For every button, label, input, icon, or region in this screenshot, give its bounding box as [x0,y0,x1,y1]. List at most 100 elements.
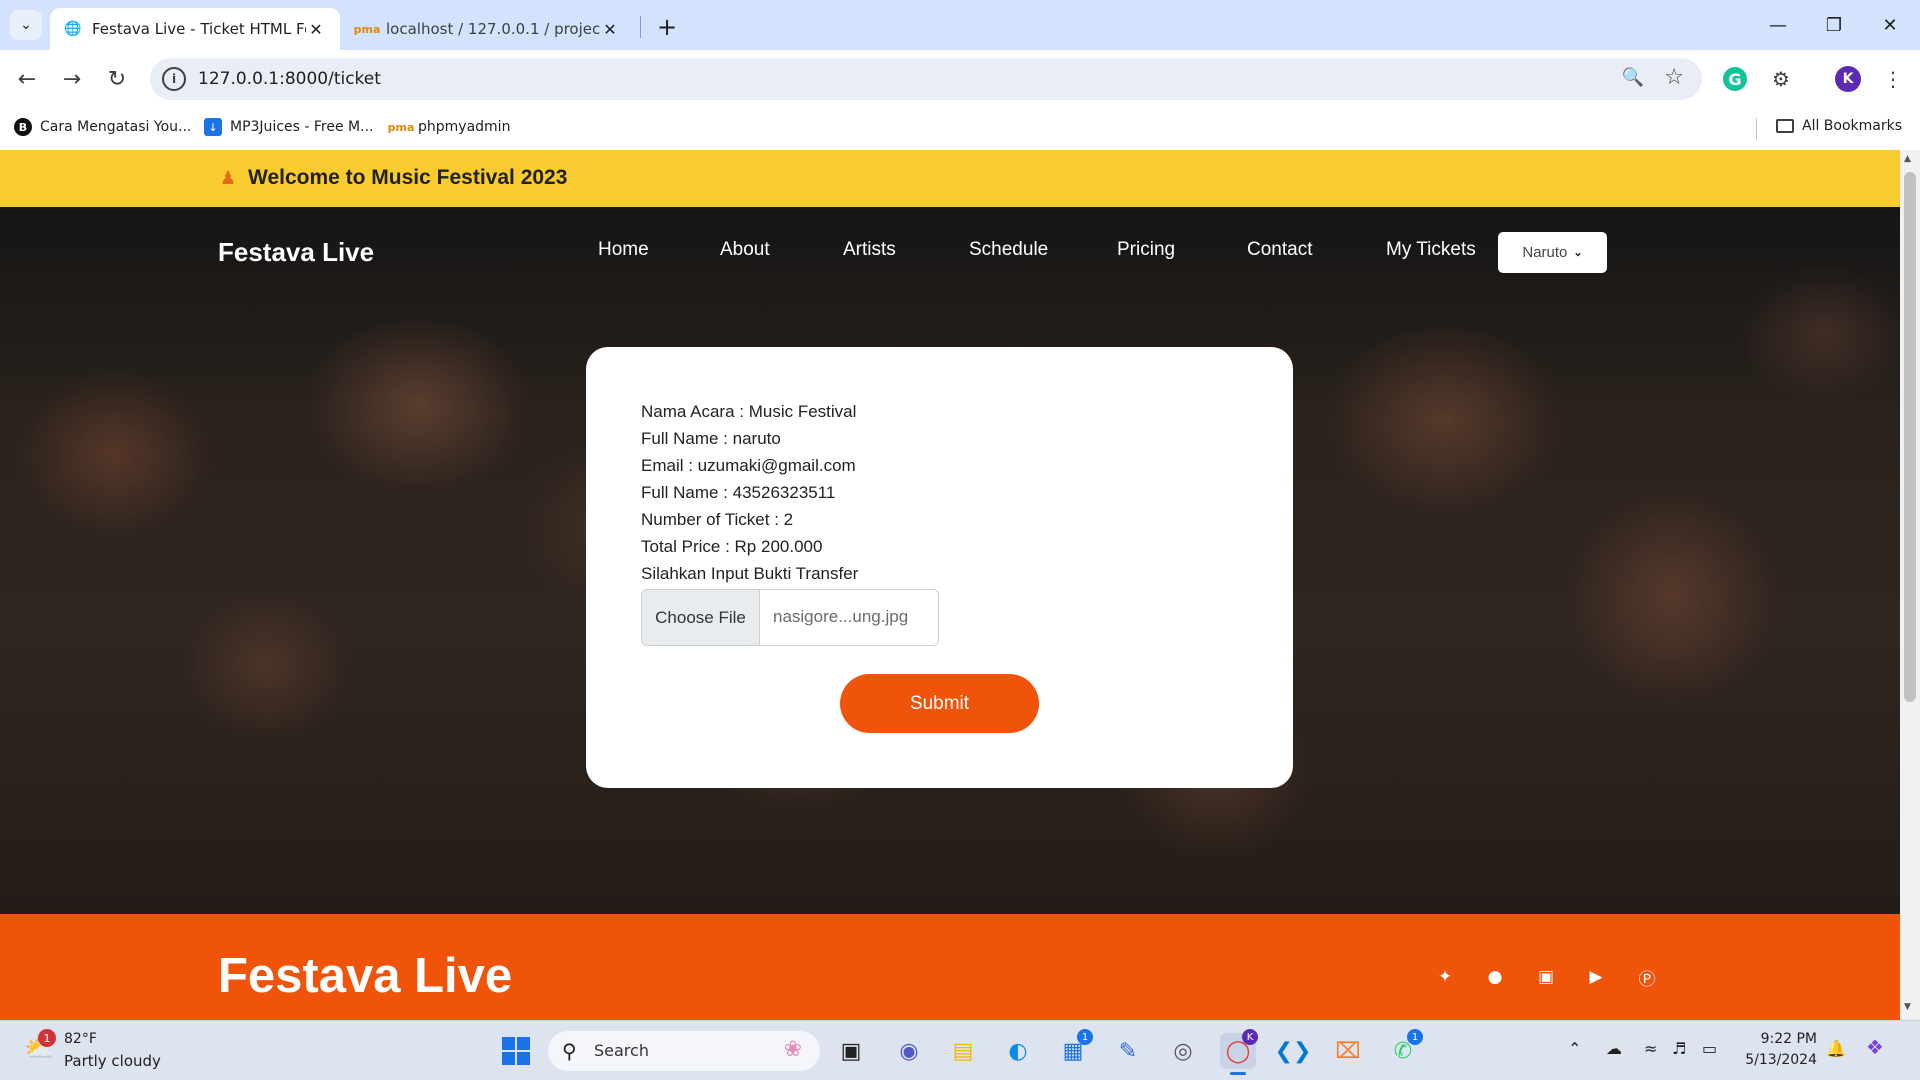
weather-badge: 1 [38,1029,56,1047]
chevron-up-icon[interactable]: ⌃ [1568,1039,1581,1058]
scrollbar-thumb[interactable] [1904,172,1916,702]
nav-about[interactable]: About [720,239,770,261]
ticket-card: Nama Acara : Music Festival Full Name : … [586,347,1293,788]
footer-logo[interactable]: Festava Live [218,948,512,1004]
extensions-puzzle-icon[interactable]: ⚙ [1766,64,1796,94]
all-bookmarks-button[interactable]: All Bookmarks [1776,118,1902,134]
event-name: Nama Acara : Music Festival [641,402,857,421]
arrow-left-icon: ← [17,66,37,92]
forward-button[interactable]: → [55,62,89,96]
profile-avatar[interactable]: K [1835,66,1861,92]
tab-title: Festava Live - Ticket HTML Form [92,20,306,38]
clock-date[interactable]: 5/13/2024 [1745,1052,1817,1068]
site-info-icon[interactable]: i [162,67,186,91]
active-app-indicator [1230,1072,1246,1075]
back-button[interactable]: ← [10,62,44,96]
chrome-icon[interactable]: ◯ K [1220,1029,1258,1075]
nav-home[interactable]: Home [598,239,649,261]
bookmark-item[interactable]: ↓ MP3Juices - Free M... [204,118,373,136]
phone-number: Full Name : 43526323511 [641,483,836,502]
address-bar[interactable]: i 127.0.0.1:8000/ticket 🔍 ☆ [150,58,1702,100]
email: Email : uzumaki@gmail.com [641,456,856,475]
taskbar-search[interactable]: ⚲ Search ❀ [548,1031,820,1071]
task-view-icon[interactable]: ▣ [833,1033,869,1069]
phpmyadmin-icon: pma [387,120,415,134]
copilot-icon[interactable]: ❖ [1866,1035,1884,1059]
user-dropdown[interactable]: Naruto ⌄ [1498,232,1607,273]
file-explorer-icon[interactable]: ▤ [945,1033,981,1069]
store-badge: 1 [1077,1029,1093,1045]
bookmark-label: Cara Mengatasi You... [40,119,192,135]
nav-contact[interactable]: Contact [1247,239,1312,261]
tab-festava-ticket[interactable]: 🌐 Festava Live - Ticket HTML Form ✕ [50,8,340,50]
onedrive-cloud-icon[interactable]: ☁ [1606,1039,1622,1058]
all-bookmarks-label: All Bookmarks [1802,118,1903,134]
reload-button[interactable]: ↻ [100,62,134,96]
hero-section: Festava Live Home About Artists Schedule… [0,207,1900,914]
tab-search-button[interactable]: ⌄ [10,10,42,40]
submit-button[interactable]: Submit [840,674,1039,733]
bookmark-item[interactable]: B Cara Mengatasi You... [14,118,191,136]
close-window-button[interactable]: ✕ [1870,10,1910,40]
youtube-icon[interactable]: ▶ [1585,966,1607,988]
store-icon[interactable]: ▦ 1 [1055,1029,1093,1069]
globe-icon: 🌐 [64,21,82,37]
folder-icon [1776,119,1794,133]
nav-my-tickets[interactable]: My Tickets [1386,239,1476,261]
bookmark-star-icon[interactable]: ☆ [1664,65,1684,90]
bookmark-item[interactable]: pma phpmyadmin [387,118,511,136]
page-scrollbar[interactable]: ▲ ▼ [1900,150,1920,1020]
ticket-count: Number of Ticket : 2 [641,510,794,529]
twitter-icon[interactable]: ✦ [1434,966,1456,988]
edge-icon[interactable]: ◐ [1000,1033,1036,1069]
tab-phpmyadmin[interactable]: pma localhost / 127.0.0.1 / project-p ✕ [344,8,634,50]
bookmark-label: phpmyadmin [418,119,511,135]
battery-icon[interactable]: ▭ [1702,1039,1717,1058]
lotus-icon: ❀ [783,1037,802,1062]
wifi-icon[interactable]: ≈ [1644,1039,1657,1058]
zoom-icon[interactable]: 🔍 [1622,67,1644,88]
draw-app-icon[interactable]: ✎ [1110,1033,1146,1069]
camera-icon[interactable]: ◎ [1165,1033,1201,1069]
url-text[interactable]: 127.0.0.1:8000/ticket [198,69,381,89]
more-menu-icon[interactable]: ⋮ [1878,64,1908,94]
site-logo[interactable]: Festava Live [218,237,374,268]
selected-file-name: nasigore...ung.jpg [773,607,909,626]
new-tab-button[interactable]: + [652,12,682,42]
bookmark-label: MP3Juices - Free M... [230,119,374,135]
weather-description[interactable]: Partly cloudy [64,1052,161,1070]
bookmarks-separator [1756,118,1757,140]
site-footer: Festava Live ✦ ● ▣ ▶ Ⓟ [0,914,1900,1020]
windows-start-icon[interactable] [502,1037,530,1065]
instagram-icon[interactable]: ▣ [1535,966,1557,988]
nav-artists[interactable]: Artists [843,239,896,261]
pinterest-icon[interactable]: Ⓟ [1636,966,1658,990]
chevron-down-icon: ⌄ [20,17,32,33]
search-icon: ⚲ [562,1039,577,1063]
minimize-button[interactable]: — [1758,10,1798,40]
close-tab-icon[interactable]: ✕ [306,20,326,39]
teams-icon[interactable]: ◉ [891,1033,927,1069]
weather-temperature[interactable]: 82°F [64,1031,97,1047]
nav-schedule[interactable]: Schedule [969,239,1048,261]
reload-icon: ↻ [107,66,127,92]
clock-time[interactable]: 9:22 PM [1757,1031,1817,1047]
vscode-icon[interactable]: ❮❯ [1275,1033,1312,1069]
arrow-right-icon: → [62,66,82,92]
restore-button[interactable]: ❐ [1814,10,1854,40]
page-viewport: ♟ Welcome to Music Festival 2023 Festava… [0,150,1900,1020]
volume-icon[interactable]: ♬ [1672,1039,1686,1058]
nav-pricing[interactable]: Pricing [1117,239,1175,261]
scroll-up-arrow-icon[interactable]: ▲ [1904,154,1911,164]
file-input[interactable]: Choose File nasigore...ung.jpg [641,589,939,646]
scroll-down-arrow-icon[interactable]: ▼ [1904,1002,1911,1012]
welcome-bar: ♟ Welcome to Music Festival 2023 [0,150,1900,207]
grammarly-extension-icon[interactable]: G [1723,67,1747,91]
bookmarks-bar: B Cara Mengatasi You... ↓ MP3Juices - Fr… [0,108,1920,150]
choose-file-button[interactable]: Choose File [642,590,760,645]
close-tab-icon[interactable]: ✕ [600,20,620,39]
xampp-icon[interactable]: ⌧ [1330,1033,1366,1069]
notification-bell-icon[interactable]: 🔔 [1826,1039,1846,1058]
apple-icon[interactable]: ● [1484,966,1506,988]
whatsapp-icon[interactable]: ✆ 1 [1385,1029,1423,1069]
